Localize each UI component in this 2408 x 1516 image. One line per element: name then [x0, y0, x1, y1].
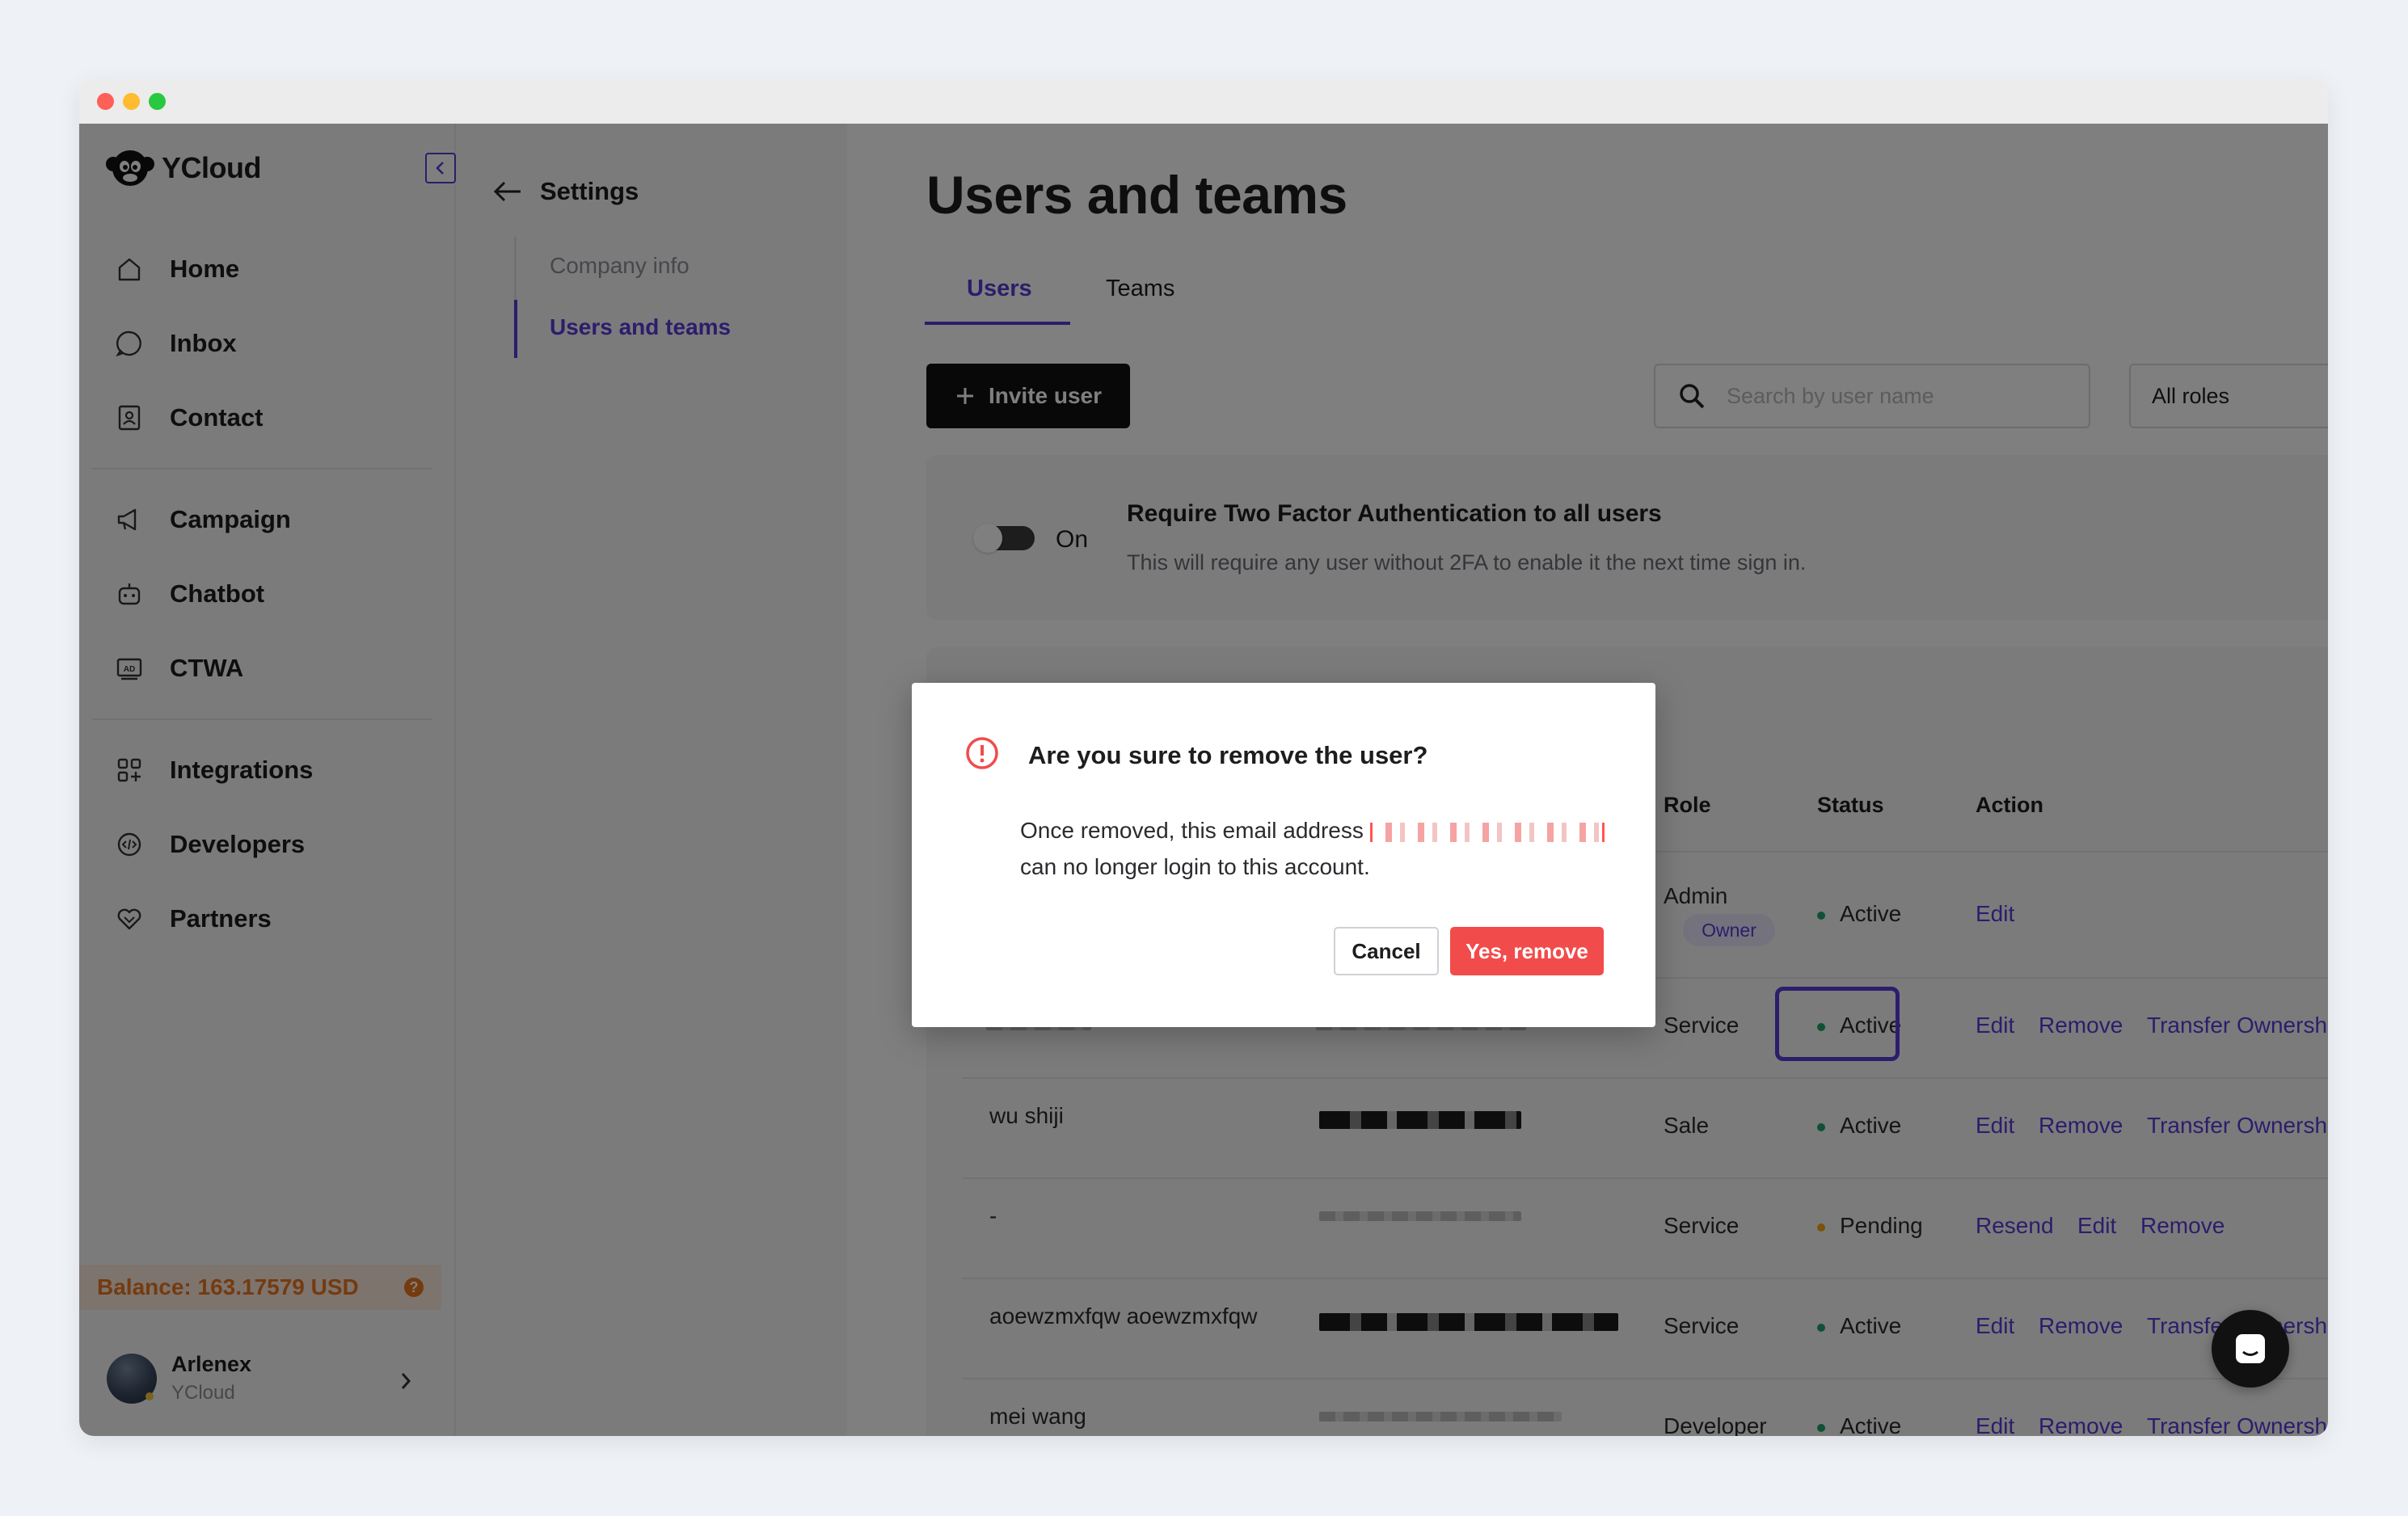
maximize-window-button[interactable] [149, 93, 166, 110]
support-chat-button[interactable] [2212, 1310, 2289, 1388]
dialog-body-suffix: can no longer login to this account. [1020, 854, 1370, 879]
chat-widget-icon [2236, 1334, 2265, 1363]
warning-circle-icon [966, 737, 998, 769]
redacted-email [1369, 822, 1605, 842]
app-window: YCloud Home Inbox Contact Campaign [79, 78, 2328, 1436]
dialog-body: Once removed, this email address can no … [1020, 812, 1605, 885]
window-titlebar [79, 78, 2328, 124]
minimize-window-button[interactable] [123, 93, 140, 110]
remove-user-dialog: Are you sure to remove the user? Once re… [912, 683, 1655, 1027]
confirm-remove-button[interactable]: Yes, remove [1450, 927, 1604, 975]
cancel-button[interactable]: Cancel [1334, 927, 1439, 975]
close-window-button[interactable] [97, 93, 114, 110]
dialog-body-prefix: Once removed, this email address [1020, 818, 1364, 843]
dialog-title: Are you sure to remove the user? [1028, 741, 1428, 769]
